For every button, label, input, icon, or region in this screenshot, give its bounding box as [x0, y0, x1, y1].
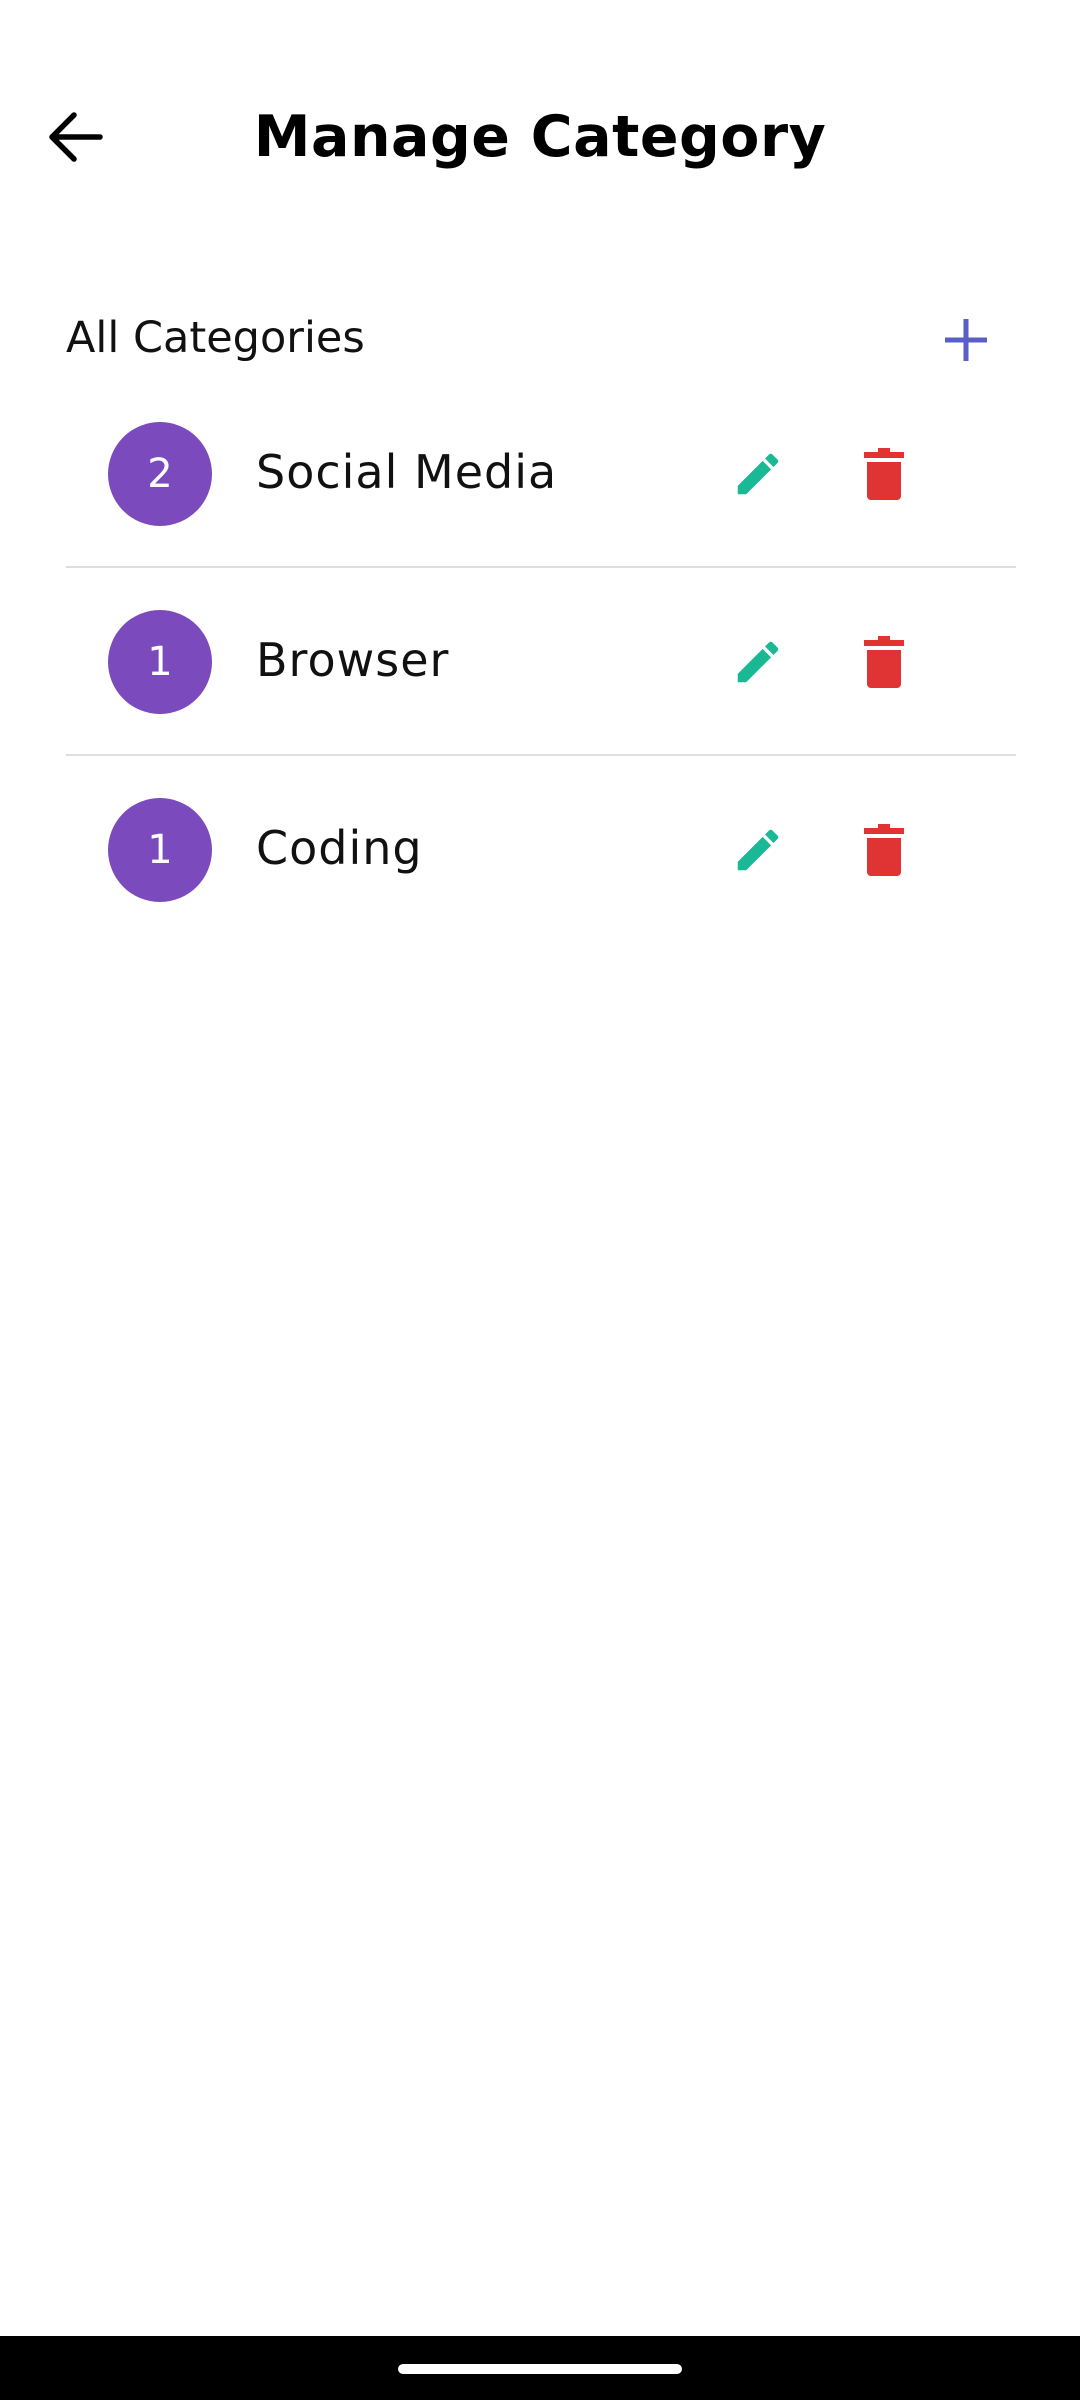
home-indicator[interactable] — [398, 2364, 682, 2374]
trash-icon — [864, 824, 904, 876]
system-navigation-bar — [0, 2336, 1080, 2400]
delete-button[interactable] — [842, 808, 926, 892]
count-badge: 1 — [108, 798, 212, 902]
pencil-icon — [737, 641, 779, 683]
edit-button[interactable] — [716, 808, 800, 892]
count-badge: 1 — [108, 610, 212, 714]
pencil-icon — [737, 453, 779, 495]
category-list: 2 Social Media 1 Browser 1 Coding — [66, 380, 1016, 944]
trash-icon — [864, 636, 904, 688]
app-header: Manage Category — [0, 80, 1080, 194]
category-row-social-media[interactable]: 2 Social Media — [66, 380, 1016, 568]
pencil-icon — [737, 829, 779, 871]
category-name: Coding — [256, 821, 423, 875]
trash-icon — [864, 448, 904, 500]
edit-button[interactable] — [716, 432, 800, 516]
edit-button[interactable] — [716, 620, 800, 704]
delete-button[interactable] — [842, 432, 926, 516]
delete-button[interactable] — [842, 620, 926, 704]
category-name: Browser — [256, 633, 450, 687]
add-category-button[interactable] — [926, 300, 1006, 380]
category-row-coding[interactable]: 1 Coding — [66, 756, 1016, 944]
section-title: All Categories — [66, 313, 365, 363]
plus-icon — [945, 319, 987, 361]
page-title: Manage Category — [253, 104, 827, 170]
category-row-browser[interactable]: 1 Browser — [66, 568, 1016, 756]
category-name: Social Media — [256, 445, 558, 499]
section-header: All Categories — [66, 300, 1016, 380]
count-badge: 2 — [108, 422, 212, 526]
